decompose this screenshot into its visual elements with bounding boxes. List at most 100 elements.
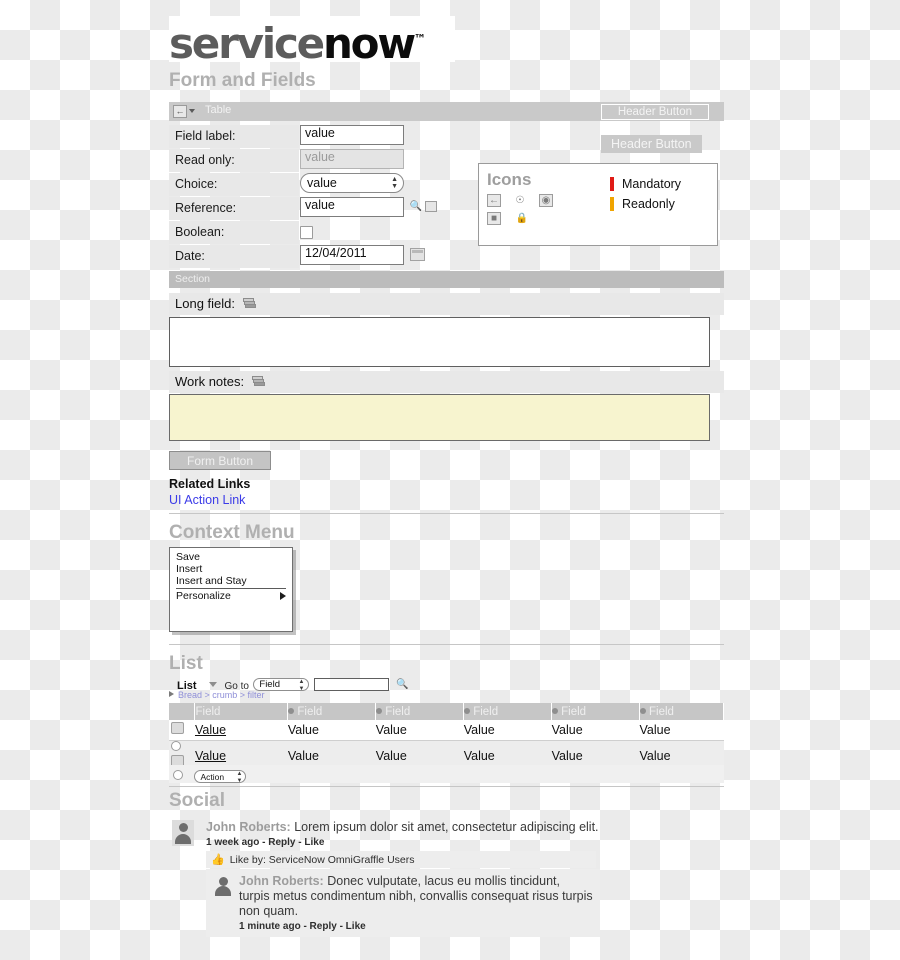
list-table: Field Field Field Field Field Field Valu… (169, 703, 724, 772)
comment-2-author[interactable]: John Roberts: (239, 874, 324, 888)
back-arrow-icon[interactable]: ← (173, 105, 187, 118)
ui-action-link[interactable]: UI Action Link (169, 493, 245, 507)
icons-legend-row-2: ■ 🔒 (487, 212, 529, 225)
boolean-checkbox[interactable] (300, 226, 313, 239)
chevron-down-icon[interactable] (209, 682, 218, 687)
list-header-col-1[interactable]: Field (194, 703, 289, 720)
list-header-col-4[interactable]: Field (463, 703, 553, 720)
submenu-arrow-icon (280, 592, 286, 600)
row-cell: Value (551, 720, 640, 741)
search-icon[interactable]: 🔍 (410, 201, 422, 213)
back-arrow-icon: ← (487, 194, 501, 207)
mandatory-color-bar (610, 177, 614, 191)
form-table-label: Table (205, 104, 232, 116)
list-header-label: Field (473, 705, 499, 718)
form-section-header: Section (169, 271, 724, 288)
comment-1-author[interactable]: John Roberts: (206, 820, 291, 834)
comment-2-meta[interactable]: 1 minute ago - Reply - Like (239, 921, 593, 932)
comment-1-body: John Roberts: Lorem ipsum dolor sit amet… (206, 820, 606, 835)
list-action-select[interactable]: Action ▲ ▼ (194, 770, 247, 784)
divider (169, 644, 724, 645)
boolean-label: Boolean: (169, 221, 299, 244)
icons-legend-box: Icons ← ☉ ◉ ■ 🔒 Mandatory Readonly (478, 163, 718, 246)
like-bar: 👍 Like by: ServiceNow OmniGraffle Users (206, 851, 596, 868)
header-button-secondary[interactable]: Header Button (601, 135, 702, 153)
logo-text-now: now (322, 19, 416, 68)
list-header-col-6[interactable]: Field (639, 703, 724, 720)
list-action-select-value: Action (200, 772, 225, 783)
choice-label: Choice: (169, 173, 299, 196)
readonly-color-bar (610, 197, 614, 211)
preview-record-icon: ◉ (539, 194, 553, 207)
table-row[interactable]: Value Value Value Value Value Value (169, 720, 724, 741)
context-menu-item-insert[interactable]: Insert (170, 563, 292, 575)
preview-record-icon[interactable] (425, 201, 437, 212)
icons-legend-row-1: ← ☉ ◉ (487, 194, 553, 207)
comment-1-meta[interactable]: 1 week ago - Reply - Like (206, 837, 606, 848)
breadcrumb[interactable]: Bread > crumb > filter (169, 690, 265, 700)
row-cell: Value (463, 720, 552, 741)
long-field-textarea[interactable] (169, 317, 710, 367)
list-search-input[interactable] (313, 678, 389, 692)
comment-2: John Roberts: Donec vulputate, lacus eu … (206, 869, 600, 937)
preview-record-icon[interactable] (171, 721, 184, 734)
divider (169, 786, 724, 787)
field-label-text: Field label: (169, 125, 299, 148)
legend-item-readonly: Readonly (610, 197, 675, 211)
list-table-header-row: Field Field Field Field Field Field (169, 703, 724, 720)
list-footer: Action ▲ ▼ (169, 765, 724, 784)
trademark-symbol: ™ (413, 32, 426, 46)
select-arrows-icon: ▲ ▼ (298, 679, 305, 693)
row-cell: Value (375, 720, 464, 741)
context-menu-item-save[interactable]: Save (170, 551, 292, 563)
logo-text-service: service (169, 19, 325, 68)
context-menu-separator (176, 588, 286, 589)
calendar-icon[interactable] (410, 248, 425, 261)
list-header-col-5[interactable]: Field (551, 703, 641, 720)
search-icon[interactable]: 🔍 (396, 679, 408, 690)
form-row-date: Date: 12/04/2011 (169, 245, 587, 268)
legend-label-readonly: Readonly (622, 197, 675, 211)
social-title: Social (169, 790, 225, 811)
choice-select-value: value (307, 176, 337, 190)
field-label-input[interactable]: value (300, 125, 404, 145)
list-header-col-3[interactable]: Field (375, 703, 465, 720)
context-menu-item-insert-and-stay[interactable]: Insert and Stay (170, 575, 292, 587)
list-field-select-value: Field (259, 679, 280, 691)
work-notes-textarea[interactable] (169, 394, 710, 441)
work-notes-label: Work notes: (175, 374, 245, 389)
legend-label-mandatory: Mandatory (622, 177, 682, 191)
work-notes-label-row: Work notes: (169, 371, 724, 393)
comment-1-text: Lorem ipsum dolor sit amet, consectetur … (294, 820, 599, 834)
breadcrumb-text: Bread > crumb > filter (178, 690, 265, 700)
expand-arrow-icon[interactable] (169, 691, 174, 697)
sort-indicator-icon (376, 707, 383, 714)
list-header-label: Field (649, 705, 674, 718)
read-only-label: Read only: (169, 149, 299, 172)
date-input[interactable]: 12/04/2011 (300, 245, 404, 265)
list-title: List (169, 653, 203, 674)
reference-input[interactable]: value (300, 197, 404, 217)
thumbs-up-icon[interactable]: 👍 (211, 853, 225, 866)
page-title-form-and-fields: Form and Fields (169, 70, 316, 91)
header-button-primary[interactable]: Header Button (600, 104, 709, 120)
icons-legend-title: Icons (487, 170, 532, 189)
row-cell[interactable]: Value (194, 720, 288, 741)
form-button[interactable]: Form Button (169, 451, 271, 470)
context-menu-item-personalize[interactable]: Personalize (170, 590, 292, 602)
avatar (213, 874, 233, 898)
avatar (172, 820, 194, 846)
sort-indicator-icon (464, 707, 471, 714)
lock-globe-icon: ☉ (515, 195, 525, 206)
journal-input-icon (242, 298, 256, 309)
select-all-checkbox[interactable] (173, 770, 183, 780)
chevron-down-icon[interactable] (189, 109, 195, 113)
like-bar-text: Like by: ServiceNow OmniGraffle Users (229, 853, 415, 866)
select-arrows-icon: ▲ ▼ (391, 176, 398, 190)
list-header-label: Field (385, 705, 411, 718)
form-title-bar: ← Table Header Button (169, 102, 724, 121)
choice-select[interactable]: value ▲ ▼ (300, 173, 404, 193)
row-checkbox[interactable] (171, 740, 181, 751)
row-cell: Value (287, 720, 376, 741)
list-header-col-2[interactable]: Field (287, 703, 377, 720)
